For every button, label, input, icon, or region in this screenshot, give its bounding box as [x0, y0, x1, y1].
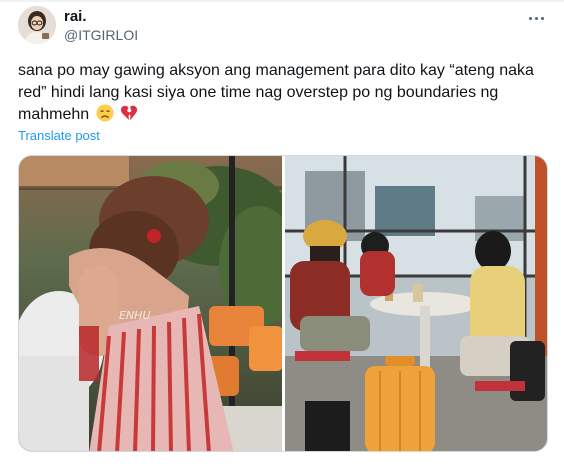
photo-right[interactable] [285, 156, 547, 451]
photo-left[interactable]: ENHU [19, 156, 282, 451]
avatar[interactable] [18, 6, 56, 44]
author-handle[interactable]: @ITGIRLOI [64, 27, 138, 43]
tweet-text: sana po may gawing aksyon ang management… [18, 60, 548, 129]
translate-post-link[interactable]: Translate post [18, 128, 100, 143]
author-display-name[interactable]: rai. [64, 8, 87, 25]
disappointed-face-icon [96, 104, 114, 129]
top-divider [0, 0, 564, 2]
more-options-icon[interactable] [524, 8, 548, 28]
media-grid: ENHU [18, 155, 548, 452]
svg-text:ENHU: ENHU [119, 309, 151, 322]
broken-heart-icon [120, 104, 138, 129]
